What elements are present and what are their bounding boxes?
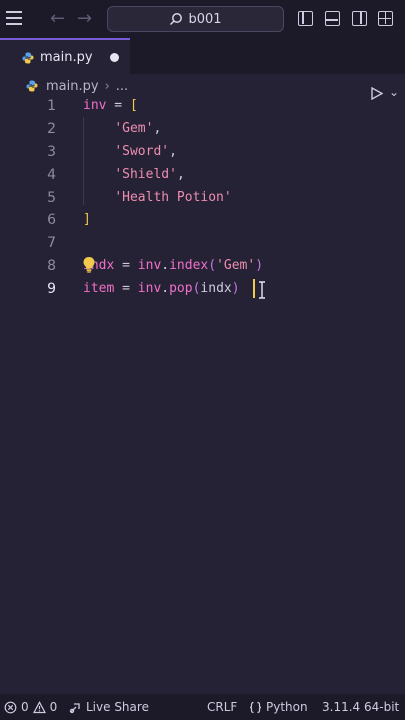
token-argument: indx: [200, 281, 232, 296]
customize-layout-icon[interactable]: [378, 11, 393, 26]
text-cursor: [253, 279, 255, 298]
title-bar: ← → b001: [0, 0, 405, 38]
code-line: 3 'Sword',: [0, 141, 405, 163]
breadcrumb-file[interactable]: main.py: [46, 79, 99, 94]
command-center-search[interactable]: b001: [107, 6, 284, 32]
mouse-ibeam-cursor-icon: [259, 281, 265, 299]
token-paren: ): [255, 258, 264, 273]
token-variable: inv: [83, 98, 107, 113]
tab-label: main.py: [40, 49, 93, 65]
tab-main-py[interactable]: main.py: [0, 38, 130, 74]
indent-guide: [83, 117, 84, 205]
token-operator: =: [114, 281, 138, 296]
token-object: inv: [137, 281, 162, 296]
code-line-active: 9 item = inv.pop(indx): [0, 278, 405, 300]
menu-icon[interactable]: [6, 11, 22, 25]
forward-arrow-icon[interactable]: →: [77, 8, 92, 29]
back-arrow-icon[interactable]: ←: [50, 8, 65, 29]
braces-icon: [249, 701, 262, 713]
token-function: index: [169, 258, 209, 273]
token-operator: =: [106, 98, 130, 113]
line-number: 1: [47, 98, 56, 114]
tab-bar: main.py ⌄: [0, 38, 405, 100]
token-function: pop: [169, 281, 193, 296]
unsaved-changes-dot-icon[interactable]: [110, 53, 119, 62]
line-number: 3: [47, 144, 56, 160]
error-icon: [4, 701, 17, 713]
code-line: 6 ]: [0, 209, 405, 231]
token-string: 'Health Potion': [114, 190, 232, 205]
live-share-icon: [69, 702, 80, 713]
end-of-line-selector[interactable]: CRLF: [207, 700, 237, 714]
line-number: 7: [47, 235, 56, 251]
code-line: 5 'Health Potion': [0, 187, 405, 209]
token-comma: ,: [169, 144, 177, 159]
live-share-label: Live Share: [86, 700, 149, 714]
line-number: 6: [47, 212, 56, 228]
interpreter-selector[interactable]: 3.11.4 64-bit: [322, 700, 399, 714]
code-editor[interactable]: 1 inv = [ 2 'Gem', 3 'Sword', 4 'Shield'…: [0, 95, 405, 695]
toggle-panel-icon[interactable]: [325, 11, 340, 26]
search-text: b001: [188, 11, 222, 27]
warning-icon: [32, 700, 46, 713]
breadcrumb: main.py › ...: [26, 76, 128, 96]
code-line: 4 'Shield',: [0, 164, 405, 186]
line-number: 9: [47, 281, 56, 297]
token-variable: item: [83, 281, 115, 296]
language-label: Python: [266, 700, 308, 714]
search-icon: [170, 13, 183, 26]
token-string: 'Gem': [216, 258, 256, 273]
breadcrumb-more[interactable]: ...: [116, 79, 128, 94]
status-bar: 0 0 Live Share CRLF Python 3.11.4 64-bit: [0, 694, 405, 720]
interpreter-label: 3.11.4 64-bit: [322, 700, 400, 714]
token-string: 'Shield': [114, 167, 177, 182]
token-paren: ): [231, 281, 240, 296]
token-string: 'Gem': [114, 121, 154, 136]
token-operator: =: [114, 258, 138, 273]
token-string: 'Sword': [114, 144, 170, 159]
toggle-secondary-sidebar-icon[interactable]: [352, 11, 367, 26]
code-line: 8 indx = inv.index('Gem'): [0, 255, 405, 277]
code-line: 7: [0, 232, 405, 254]
code-line: 2 'Gem',: [0, 118, 405, 140]
language-mode-selector[interactable]: Python: [249, 700, 308, 714]
token-comma: ,: [176, 167, 185, 182]
line-number: 8: [47, 258, 56, 274]
live-share-button[interactable]: Live Share: [69, 700, 149, 714]
line-number: 2: [47, 121, 56, 137]
token-dot: .: [161, 258, 170, 273]
line-number: 5: [47, 190, 56, 206]
problems-indicator[interactable]: 0 0: [4, 700, 57, 714]
code-line: 1 inv = [: [0, 95, 405, 117]
python-file-icon: [22, 52, 34, 64]
token-object: inv: [137, 258, 162, 273]
warning-count: 0: [49, 700, 58, 714]
token-dot: .: [161, 281, 170, 296]
token-paren: (: [208, 258, 217, 273]
token-bracket: ]: [83, 212, 91, 227]
token-bracket: [: [129, 98, 138, 113]
line-number: 4: [47, 167, 56, 183]
token-comma: ,: [153, 121, 162, 136]
eol-label: CRLF: [207, 700, 238, 714]
toggle-primary-sidebar-icon[interactable]: [298, 11, 313, 26]
python-file-icon: [26, 80, 38, 92]
error-count: 0: [21, 700, 29, 714]
lightbulb-icon[interactable]: [82, 256, 96, 273]
breadcrumb-separator-icon: ›: [104, 78, 110, 94]
